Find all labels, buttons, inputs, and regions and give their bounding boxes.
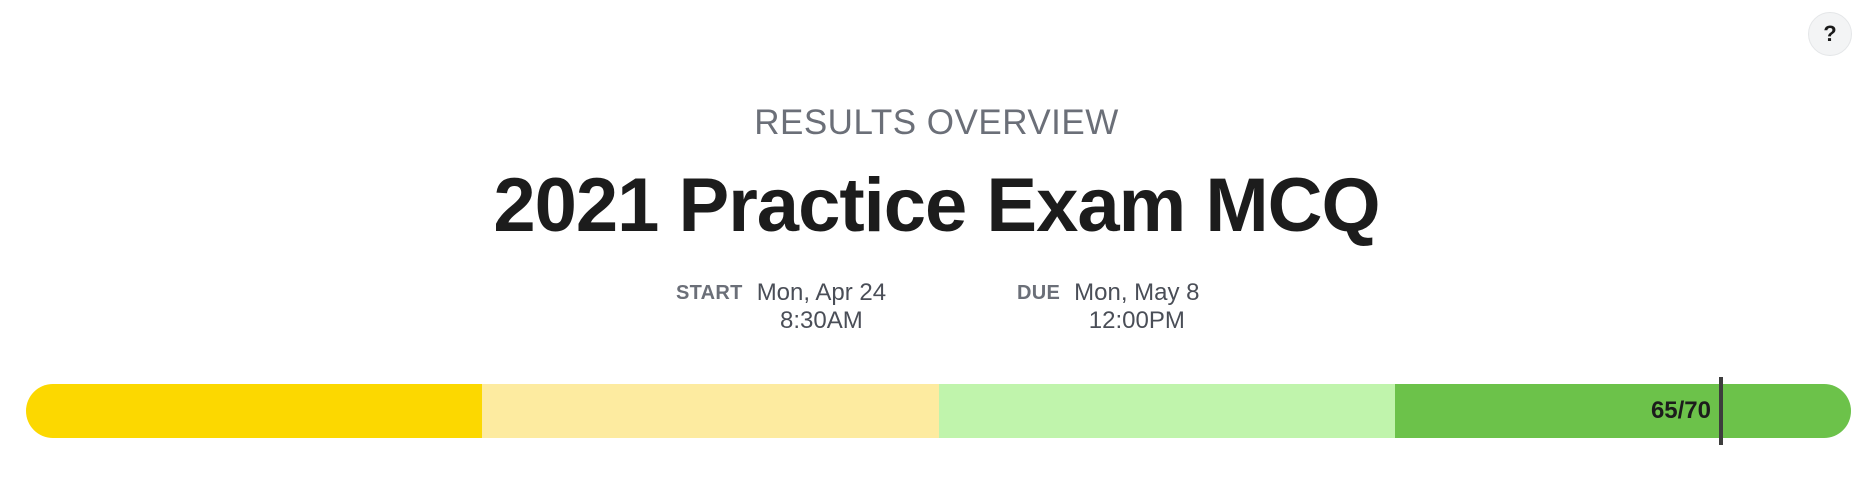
progress-segment-2 <box>482 384 939 438</box>
progress-segment-3 <box>938 384 1395 438</box>
progress-segment-1 <box>26 384 483 438</box>
start-time: 8:30AM <box>780 307 863 334</box>
help-button[interactable]: ? <box>1808 12 1852 56</box>
start-label: START <box>676 282 743 304</box>
page-title: 2021 Practice Exam MCQ <box>493 163 1380 248</box>
due-values: Mon, May 8 12:00PM <box>1074 279 1199 335</box>
due-date: Mon, May 8 <box>1074 279 1200 306</box>
due-label: DUE <box>1017 282 1061 304</box>
question-mark-icon: ? <box>1823 21 1837 46</box>
start-date: Mon, Apr 24 <box>756 279 887 306</box>
results-overview-page: ? RESULTS OVERVIEW 2021 Practice Exam MC… <box>0 0 1873 478</box>
start-date-block: START Mon, Apr 24 8:30AM <box>676 279 886 335</box>
due-date-block: DUE Mon, May 8 12:00PM <box>1017 279 1200 335</box>
due-time: 12:00PM <box>1088 307 1185 334</box>
page-overline: RESULTS OVERVIEW <box>754 103 1119 142</box>
start-values: Mon, Apr 24 8:30AM <box>757 279 886 335</box>
score-marker <box>1719 377 1723 445</box>
score-value: 65/70 <box>1650 397 1711 424</box>
score-progress-bar <box>26 384 1851 438</box>
